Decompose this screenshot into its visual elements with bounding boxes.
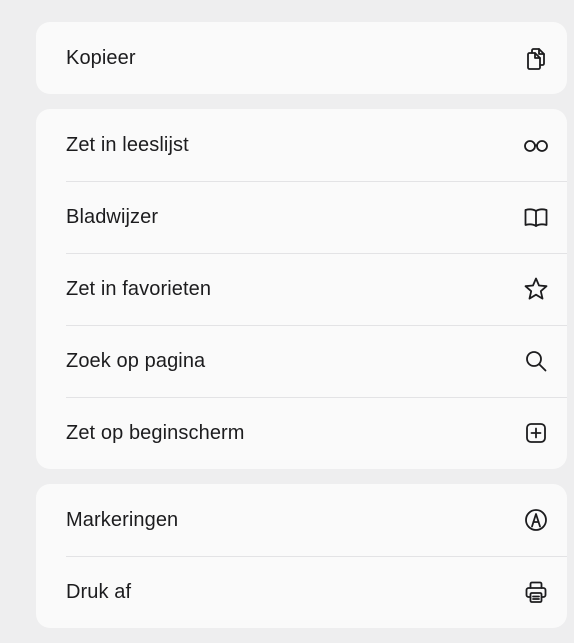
book-icon (522, 203, 550, 231)
menu-item-copy[interactable]: Kopieer (36, 22, 567, 94)
menu-item-reading-list-label: Zet in leeslijst (66, 133, 189, 156)
printer-icon (522, 578, 550, 606)
menu-item-markup[interactable]: Markeringen (36, 484, 567, 556)
menu-item-add-to-home-screen[interactable]: Zet op beginscherm (36, 397, 567, 469)
menu-group-page-actions: Zet in leeslijst Bladwijzer Zet in favor… (36, 109, 567, 469)
glasses-icon (522, 131, 550, 159)
plus-square-icon (522, 419, 550, 447)
menu-item-reading-list[interactable]: Zet in leeslijst (36, 109, 567, 181)
menu-item-bookmark-label: Bladwijzer (66, 205, 159, 228)
menu-item-add-to-home-screen-label: Zet op beginscherm (66, 421, 245, 444)
menu-item-print-label: Druk af (66, 580, 132, 603)
menu-group-copy: Kopieer (36, 22, 567, 94)
menu-item-markup-label: Markeringen (66, 508, 179, 531)
menu-item-print[interactable]: Druk af (36, 556, 567, 628)
menu-item-copy-label: Kopieer (66, 46, 136, 69)
menu-item-favorites-label: Zet in favorieten (66, 277, 212, 300)
menu-item-find-on-page[interactable]: Zoek op pagina (36, 325, 567, 397)
star-icon (522, 275, 550, 303)
search-icon (522, 347, 550, 375)
menu-item-favorites[interactable]: Zet in favorieten (36, 253, 567, 325)
copy-icon (522, 44, 550, 72)
menu-item-bookmark[interactable]: Bladwijzer (36, 181, 567, 253)
menu-group-output: Markeringen Druk af (36, 484, 567, 628)
menu-item-find-on-page-label: Zoek op pagina (66, 349, 206, 372)
markup-pen-icon (522, 506, 550, 534)
